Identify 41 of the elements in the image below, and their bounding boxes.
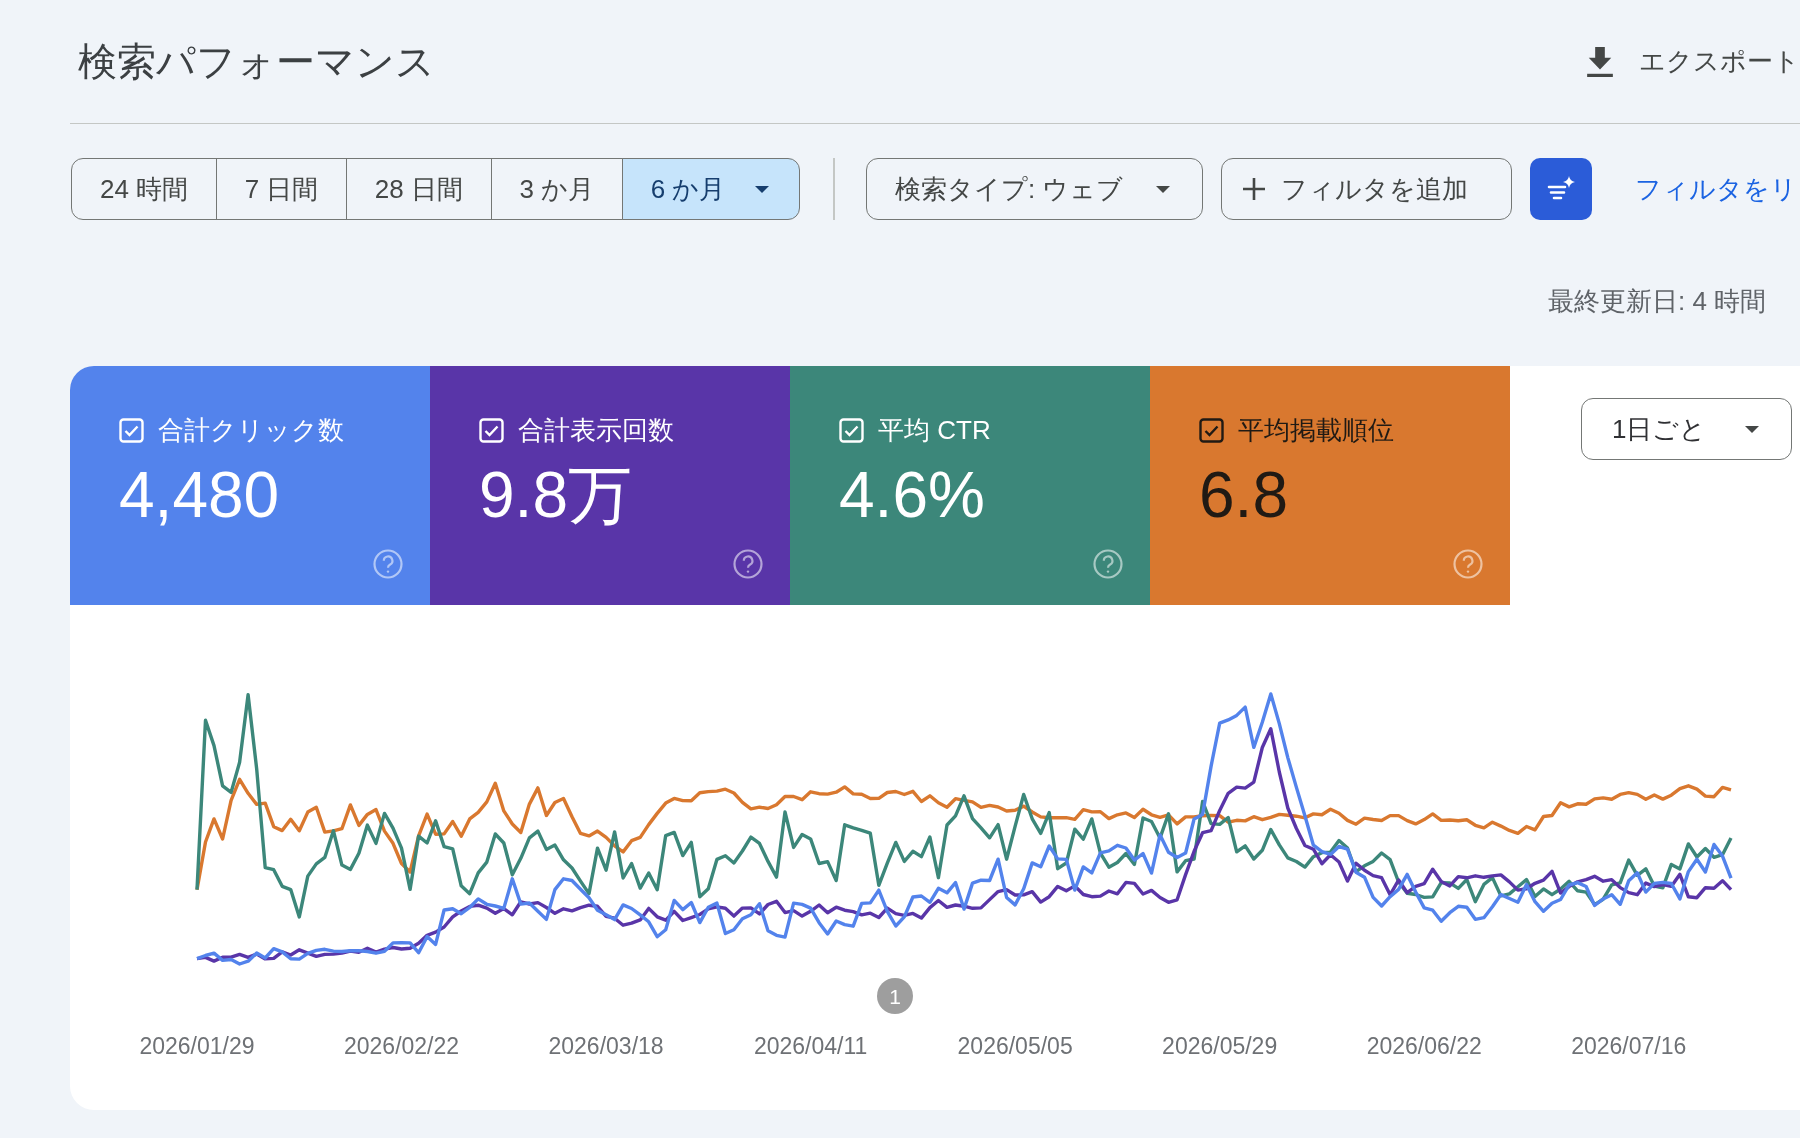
axis-label: 2026/04/11 — [753, 1033, 868, 1059]
range-button[interactable]: 24 時間 — [71, 158, 218, 220]
axis-label: 2026/01/29 — [139, 1033, 255, 1059]
plus-icon — [1242, 178, 1265, 200]
page-title: 検索パフォーマンス — [78, 38, 435, 85]
search-type-dropdown[interactable]: 検索タイプ: ウェブ — [865, 158, 1203, 220]
metric-card[interactable]: 平均 CTR 4.6% — [790, 366, 1150, 605]
checkbox[interactable] — [1199, 417, 1224, 443]
axis-label: 2026/07/16 — [1571, 1033, 1687, 1059]
metric-card[interactable]: 平均掲載順位 6.8 — [1150, 366, 1510, 605]
axis-label: 2026/05/05 — [957, 1033, 1073, 1059]
metric-card[interactable]: 合計表示回数 9.8万 — [430, 366, 790, 605]
help-icon[interactable] — [373, 549, 403, 579]
last-updated-text: 最終更新日: 4 時間 — [1548, 286, 1768, 316]
metric-value: 4.6% — [839, 459, 986, 531]
axis-label: 2026/06/22 — [1366, 1033, 1482, 1059]
caret-icon — [1155, 185, 1170, 193]
axis-label: 2026/05/29 — [1162, 1033, 1278, 1059]
export-button[interactable]: エクスポート — [1587, 44, 1800, 79]
range-button[interactable]: 6 か月 — [621, 158, 801, 220]
metric-label: 合計表示回数 — [518, 415, 674, 445]
help-icon[interactable] — [1093, 549, 1123, 579]
metric-card[interactable]: 合計クリック数 4,480 — [70, 366, 430, 605]
reset-filters-link[interactable]: フィルタをリ — [1634, 171, 1797, 207]
granularity-dropdown[interactable]: 1日ごと — [1581, 398, 1792, 460]
axis-label: 2026/02/22 — [343, 1033, 460, 1059]
download-icon — [1587, 46, 1613, 77]
smart-filter-button[interactable] — [1529, 158, 1592, 220]
range-button[interactable]: 7 日間 — [215, 158, 348, 220]
axis-label: 2026/03/18 — [548, 1033, 664, 1059]
metric-value: 9.8万 — [479, 459, 633, 531]
help-icon[interactable] — [1453, 549, 1483, 579]
range-button[interactable]: 28 日間 — [345, 158, 492, 220]
caret-icon — [1745, 425, 1759, 433]
metric-label: 平均掲載順位 — [1238, 415, 1394, 445]
metric-label: 合計クリック数 — [158, 415, 344, 445]
metric-value: 4,480 — [119, 459, 281, 531]
help-icon[interactable] — [733, 549, 763, 579]
add-filter-button[interactable]: フィルタを追加 — [1220, 158, 1512, 220]
metric-label: 平均 CTR — [878, 415, 991, 445]
metric-value: 6.8 — [1199, 459, 1289, 531]
